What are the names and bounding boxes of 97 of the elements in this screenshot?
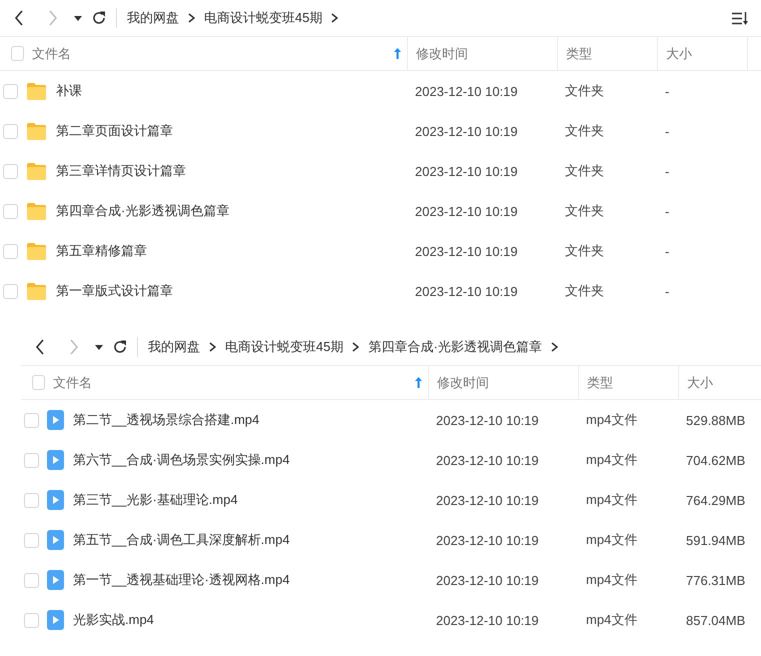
file-name[interactable]: 第五章精修篇章 [56,242,147,260]
file-size: 704.62MB [685,452,746,468]
file-name[interactable]: 第五节__合成·调色工具深度解析.mp4 [73,531,290,549]
row-checkbox[interactable] [3,204,18,218]
modified-time: 2023-12-10 10:19 [435,452,540,468]
chevron-icon [209,342,216,352]
refresh-icon [113,340,127,354]
file-size: 529.88MB [685,412,746,428]
row-checkbox[interactable] [24,492,39,508]
file-name[interactable]: 光影实战.mp4 [73,611,154,629]
select-all-checkbox[interactable] [11,46,24,61]
row-checkbox[interactable] [3,164,18,178]
dropdown-caret-icon [95,344,103,350]
file-name[interactable]: 第一节__透视基础理论·透视网格.mp4 [73,571,290,589]
file-size: - [664,204,670,218]
file-size: - [664,124,670,138]
file-type: mp4文件 [585,491,638,509]
file-type: mp4文件 [585,451,638,469]
column-header[interactable]: 文件名 [32,44,71,62]
column-header[interactable]: 类型 [587,374,613,392]
video-file-icon [47,410,64,430]
file-size: - [664,284,670,298]
dropdown-caret-icon [74,16,82,20]
row-checkbox[interactable] [3,124,18,138]
breadcrumb-link[interactable]: 电商设计蜕变班45期 [204,9,322,27]
chevron-icon [188,13,195,23]
file-name[interactable]: 第四章合成·光影透视调色篇章 [56,202,230,220]
file-type: 文件夹 [564,162,605,180]
file-name[interactable]: 第二节__透视场景综合搭建.mp4 [73,411,260,429]
video-file-icon [47,490,64,510]
modified-time: 2023-12-10 10:19 [414,164,519,178]
select-all-checkbox[interactable] [32,375,45,390]
column-header[interactable]: 大小 [666,44,692,62]
file-type: 文件夹 [564,122,605,140]
column-header[interactable]: 修改时间 [437,374,489,392]
column-header[interactable]: 类型 [566,44,592,62]
row-checkbox[interactable] [24,612,39,628]
file-name[interactable]: 第三节__光影·基础理论.mp4 [73,491,238,509]
file-size: 591.94MB [685,532,746,548]
file-type: 文件夹 [564,82,605,100]
row-checkbox[interactable] [24,572,39,588]
file-size: 764.29MB [685,492,746,508]
file-type: mp4文件 [585,531,638,549]
folder-icon [26,122,47,140]
folder-icon [26,202,47,220]
column-header[interactable]: 文件名 [53,374,92,392]
row-checkbox[interactable] [3,84,18,98]
row-checkbox[interactable] [3,284,18,298]
sort-icon [732,12,748,24]
folder-icon [26,82,47,100]
breadcrumb-link[interactable]: 第四章合成·光影透视调色篇章 [368,338,542,356]
video-file-icon [47,450,64,470]
file-size: 776.31MB [685,572,746,588]
column-header[interactable]: 修改时间 [416,44,468,62]
file-type: mp4文件 [585,571,638,589]
file-name[interactable]: 第一章版式设计篇章 [56,282,173,300]
modified-time: 2023-12-10 10:19 [435,612,540,628]
modified-time: 2023-12-10 10:19 [414,84,519,98]
file-name[interactable]: 补课 [56,82,82,100]
file-type: mp4文件 [585,611,638,629]
folder-icon [26,242,47,260]
row-checkbox[interactable] [24,412,39,428]
chevron-icon [352,342,360,352]
video-file-icon [47,610,64,630]
row-checkbox[interactable] [24,532,39,548]
folder-icon [26,282,47,300]
file-size: - [664,84,670,98]
modified-time: 2023-12-10 10:19 [435,492,540,508]
modified-time: 2023-12-10 10:19 [435,572,540,588]
file-type: 文件夹 [564,242,605,260]
modified-time: 2023-12-10 10:19 [435,532,540,548]
refresh-icon [92,11,106,25]
file-size: - [664,164,670,178]
chevron-icon [331,13,338,23]
folder-icon [26,162,47,180]
file-size: 857.04MB [685,612,746,628]
modified-time: 2023-12-10 10:19 [414,244,519,258]
breadcrumb-link[interactable]: 我的网盘 [127,9,179,27]
file-type: mp4文件 [585,411,638,429]
row-checkbox[interactable] [24,452,39,468]
modified-time: 2023-12-10 10:19 [414,284,519,298]
video-file-icon [47,530,64,550]
video-file-icon [47,570,64,590]
modified-time: 2023-12-10 10:19 [414,204,519,218]
file-name[interactable]: 第二章页面设计篇章 [56,122,173,140]
modified-time: 2023-12-10 10:19 [435,412,540,428]
file-type: 文件夹 [564,282,605,300]
breadcrumb-link[interactable]: 电商设计蜕变班45期 [225,338,344,356]
file-size: - [664,244,670,258]
row-checkbox[interactable] [3,244,18,258]
chevron-icon [550,342,558,352]
file-name[interactable]: 第六节__合成·调色场景实例实操.mp4 [73,451,290,469]
modified-time: 2023-12-10 10:19 [414,124,519,138]
breadcrumb-link[interactable]: 我的网盘 [148,338,200,356]
file-type: 文件夹 [564,202,605,220]
column-header[interactable]: 大小 [687,374,713,392]
file-name[interactable]: 第三章详情页设计篇章 [56,162,186,180]
